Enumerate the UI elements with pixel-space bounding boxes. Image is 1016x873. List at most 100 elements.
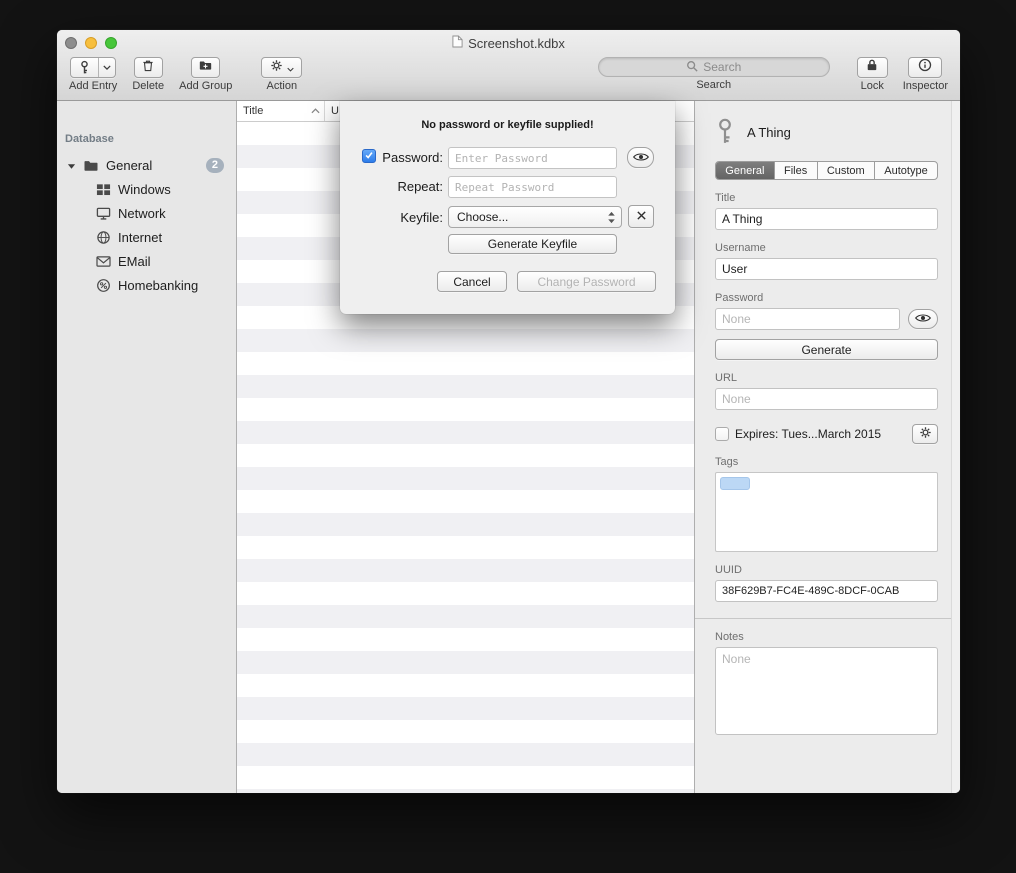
popup-stepper-icon	[607, 211, 616, 224]
change-password-button[interactable]: Change Password	[517, 271, 656, 292]
inspector-button[interactable]	[908, 57, 942, 78]
reveal-password-button[interactable]	[908, 309, 938, 329]
envelope-icon	[95, 253, 111, 269]
search-input[interactable]: Search	[598, 57, 830, 77]
disclosure-triangle-icon[interactable]	[67, 158, 76, 173]
inspector-scrollbar-track[interactable]	[951, 101, 960, 793]
expires-label: Expires: Tues...March 2015	[735, 427, 881, 441]
generate-keyfile-label: Generate Keyfile	[488, 237, 577, 251]
sidebar-item-label: EMail	[118, 254, 151, 269]
sidebar-item-label: General	[106, 158, 152, 173]
sheet-password-input[interactable]	[448, 147, 617, 169]
sheet-reveal-password-button[interactable]	[627, 147, 654, 168]
expires-settings-button[interactable]	[912, 424, 938, 444]
search-item: Search Search	[598, 57, 830, 91]
app-window: Screenshot.kdbx Add Entry Delete	[57, 30, 960, 793]
sidebar-item-label: Windows	[118, 182, 171, 197]
gear-icon	[919, 426, 932, 442]
lock-item: Lock	[857, 57, 888, 92]
action-button[interactable]	[261, 57, 302, 78]
add-entry-item: Add Entry	[69, 57, 117, 92]
title-input[interactable]	[715, 208, 938, 230]
uuid-input[interactable]	[715, 580, 938, 602]
folder-icon	[83, 157, 99, 173]
password-row	[715, 308, 938, 330]
close-button[interactable]	[65, 37, 77, 49]
window-chrome: Screenshot.kdbx Add Entry Delete	[57, 30, 960, 101]
folder-plus-icon	[198, 59, 213, 77]
change-password-label: Change Password	[537, 275, 635, 289]
uuid-field-label: UUID	[715, 564, 938, 576]
tab-custom[interactable]: Custom	[817, 162, 874, 179]
window-title: Screenshot.kdbx	[452, 35, 565, 51]
sidebar-item-email[interactable]: EMail	[57, 249, 236, 273]
sidebar-item-internet[interactable]: Internet	[57, 225, 236, 249]
lock-icon	[866, 58, 878, 77]
key-icon	[715, 116, 735, 149]
add-entry-button[interactable]	[70, 57, 116, 78]
eye-icon	[633, 149, 649, 167]
window-title-text: Screenshot.kdbx	[468, 36, 565, 51]
chevron-down-icon[interactable]	[98, 58, 115, 77]
keyfile-popup-value: Choose...	[457, 210, 508, 224]
sidebar-section-header: Database	[57, 133, 236, 153]
lock-label: Lock	[861, 80, 884, 92]
sheet-message: No password or keyfile supplied!	[340, 119, 675, 131]
chevron-down-icon	[287, 59, 294, 77]
tab-general[interactable]: General	[716, 162, 774, 179]
inspector-divider	[695, 618, 960, 619]
generate-keyfile-button[interactable]: Generate Keyfile	[448, 234, 617, 254]
sheet-repeat-input[interactable]	[448, 176, 617, 198]
zoom-button[interactable]	[105, 37, 117, 49]
toolbar: Add Entry Delete Add Group Action	[57, 56, 960, 92]
inspector-item: Inspector	[903, 57, 948, 92]
column-header-title[interactable]: Title	[237, 101, 325, 121]
delete-item: Delete	[132, 57, 164, 92]
column-title-label: Title	[243, 105, 263, 117]
inspector-panel: A Thing General Files Custom Autotype Ti…	[695, 101, 960, 793]
titlebar[interactable]: Screenshot.kdbx	[57, 30, 960, 56]
sidebar-item-homebanking[interactable]: Homebanking	[57, 273, 236, 297]
close-x-icon	[636, 208, 647, 226]
clear-keyfile-button[interactable]	[628, 205, 654, 228]
delete-button[interactable]	[134, 57, 163, 78]
generate-password-button[interactable]: Generate	[715, 339, 938, 360]
url-input[interactable]	[715, 388, 938, 410]
cancel-button[interactable]: Cancel	[437, 271, 507, 292]
column-username-label: U	[331, 105, 339, 117]
sidebar-item-label: Network	[118, 206, 166, 221]
sidebar-item-general[interactable]: General 2	[57, 153, 236, 177]
url-field-label: URL	[715, 372, 938, 384]
globe-icon	[95, 229, 111, 245]
lock-button[interactable]	[857, 57, 888, 78]
expires-checkbox[interactable]	[715, 427, 729, 441]
search-placeholder: Search	[703, 60, 741, 74]
sidebar-item-network[interactable]: Network	[57, 201, 236, 225]
monitor-icon	[95, 205, 111, 221]
window-controls	[65, 37, 117, 49]
tag-chip[interactable]	[720, 477, 750, 490]
sheet-repeat-label: Repeat:	[340, 179, 443, 194]
password-sheet-dialog: No password or keyfile supplied! Passwor…	[340, 101, 675, 314]
sidebar-item-windows[interactable]: Windows	[57, 177, 236, 201]
sheet-password-label: Password:	[340, 150, 443, 165]
gear-icon	[270, 59, 283, 77]
notes-textarea[interactable]	[715, 647, 938, 735]
username-input[interactable]	[715, 258, 938, 280]
keyfile-popup[interactable]: Choose...	[448, 206, 622, 228]
eye-icon	[915, 312, 931, 326]
inspector-tabs: General Files Custom Autotype	[715, 161, 938, 180]
expires-row: Expires: Tues...March 2015	[715, 424, 938, 444]
tab-files[interactable]: Files	[774, 162, 817, 179]
tags-box[interactable]	[715, 472, 938, 552]
password-input[interactable]	[715, 308, 900, 330]
document-icon	[452, 35, 463, 51]
action-label: Action	[267, 80, 298, 92]
sheet-keyfile-label: Keyfile:	[340, 210, 443, 225]
add-group-button[interactable]	[191, 57, 220, 78]
entry-title: A Thing	[747, 125, 791, 140]
minimize-button[interactable]	[85, 37, 97, 49]
tab-autotype[interactable]: Autotype	[874, 162, 937, 179]
column-header-username[interactable]: U	[325, 105, 339, 117]
search-label: Search	[696, 79, 731, 91]
